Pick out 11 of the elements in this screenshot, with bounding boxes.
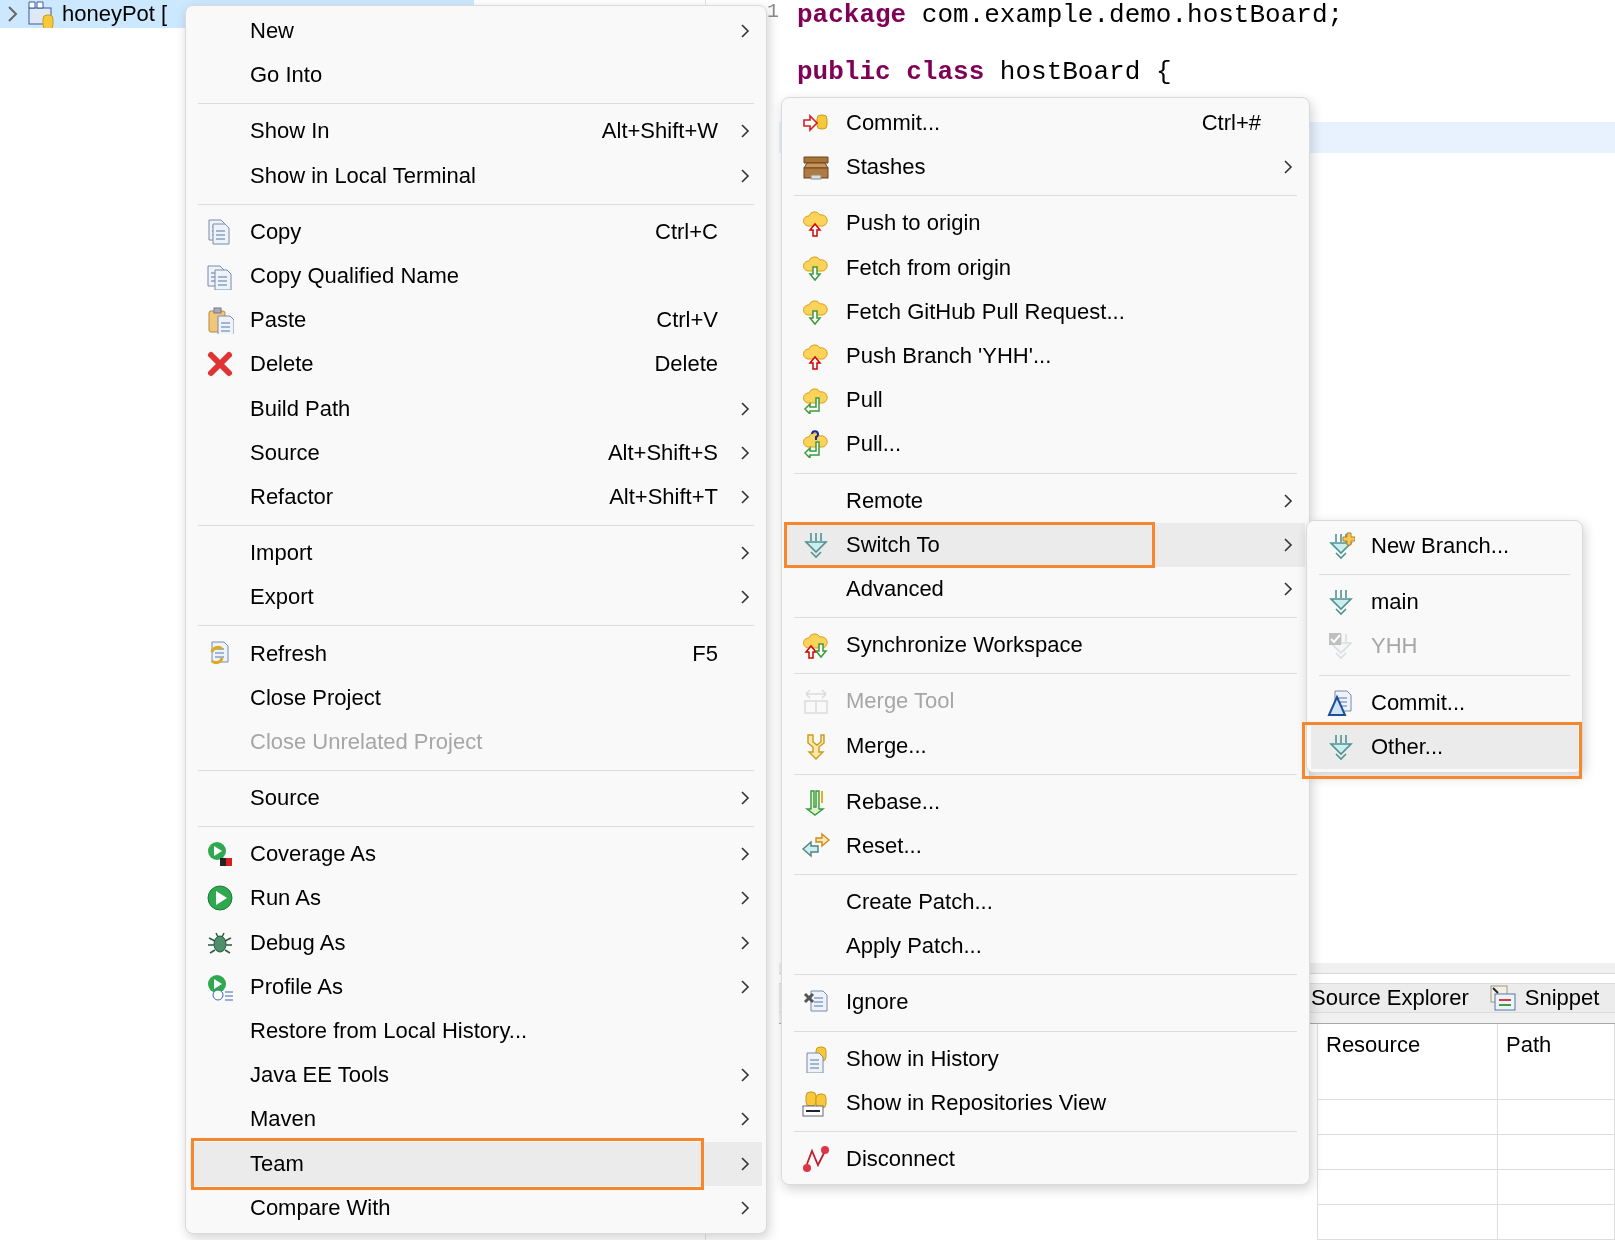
shortcut-text: Delete	[654, 351, 718, 378]
shortcut-text: Ctrl+#	[1201, 110, 1261, 137]
shortcut-text: Ctrl+C	[655, 218, 718, 245]
shortcut-text: Ctrl+V	[656, 307, 718, 334]
code-line: public class hostBoard {	[797, 57, 1173, 88]
shortcut-text: Alt+Shift+T	[609, 483, 718, 510]
line-number: 1	[766, 0, 779, 24]
shortcut-text: F5	[692, 640, 718, 667]
shortcut-text: Alt+Shift+S	[607, 439, 718, 466]
code-line: package com.example.demo.hostBoard;	[797, 0, 1345, 31]
shortcut-text: Alt+Shift+W	[601, 118, 718, 145]
